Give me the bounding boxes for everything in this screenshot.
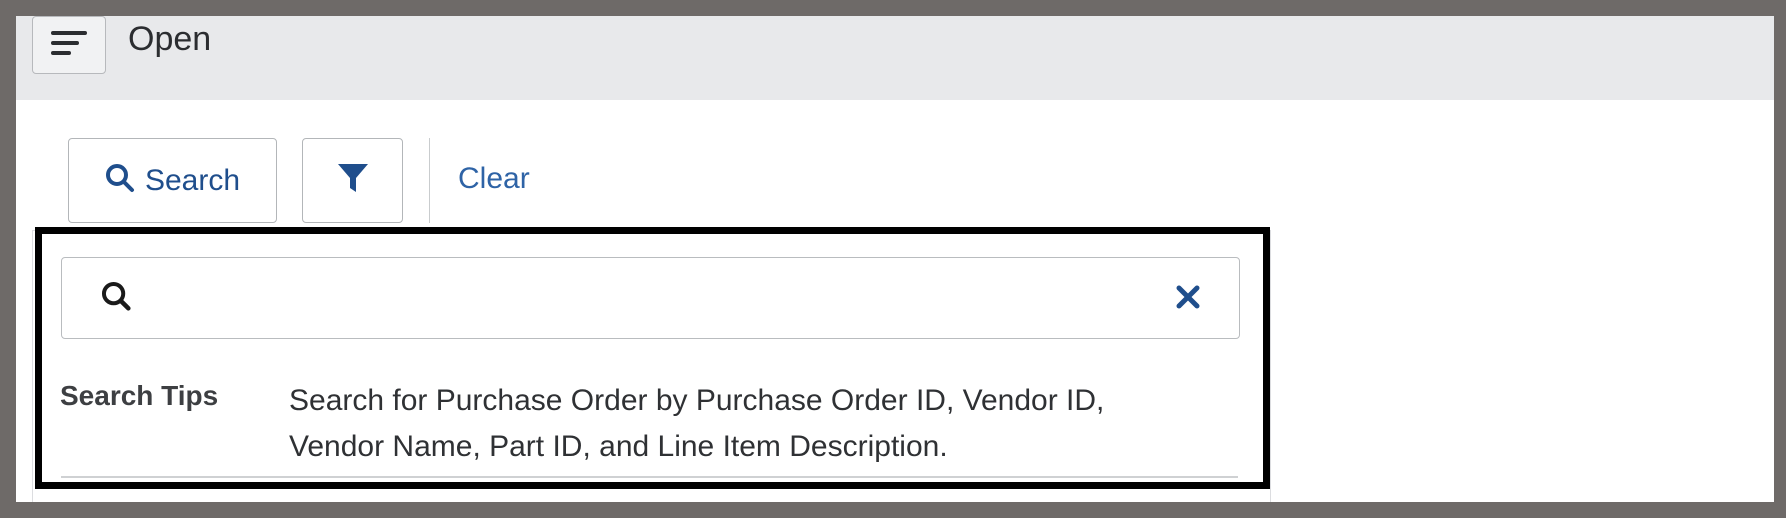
search-button[interactable]: Search xyxy=(68,138,277,223)
filter-button[interactable] xyxy=(302,138,403,223)
page-header: Open xyxy=(16,16,1774,100)
highlight-box xyxy=(35,227,1270,489)
clear-link[interactable]: Clear xyxy=(458,162,530,196)
hamburger-menu-icon xyxy=(49,28,89,63)
search-icon xyxy=(105,163,135,198)
toolbar-divider xyxy=(429,138,430,223)
search-button-label: Search xyxy=(144,163,241,197)
menu-button[interactable] xyxy=(32,16,106,74)
app-window: Open Search Clear Search Tips Search for… xyxy=(16,16,1774,502)
funnel-icon xyxy=(336,161,370,200)
page-title: Open xyxy=(128,20,212,58)
